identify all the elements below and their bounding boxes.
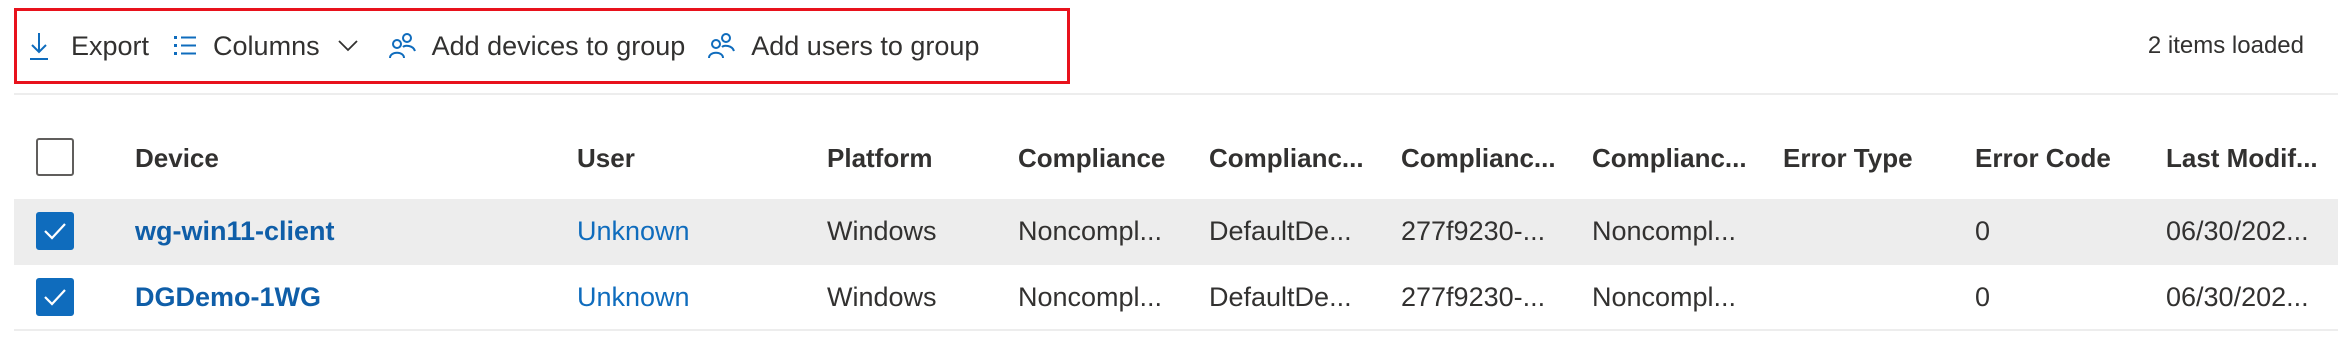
compliance-id-cell: 277f9230-... [1401, 281, 1546, 312]
checkmark-icon [44, 289, 66, 306]
add-devices-label: Add devices to group [431, 30, 686, 61]
divider [14, 93, 2338, 95]
error-code-cell: 0 [1975, 281, 1991, 312]
column-header-device[interactable]: Device [135, 117, 219, 199]
toolbar-highlighted: Export Columns Add devices to group Add [14, 8, 1070, 84]
add-users-label: Add users to group [751, 30, 980, 61]
download-icon [30, 33, 48, 60]
select-all-checkbox[interactable] [36, 138, 74, 176]
device-link[interactable]: wg-win11-client [135, 199, 335, 263]
table-row[interactable]: DGDemo-1WG Unknown Windows Noncompl... D… [14, 265, 2338, 331]
row-checkbox[interactable] [36, 212, 74, 250]
row-checkbox[interactable] [36, 278, 74, 316]
people-add-icon [708, 33, 736, 59]
column-header-platform[interactable]: Platform [827, 117, 932, 199]
items-loaded-status: 2 items loaded [2147, 32, 2304, 59]
last-modified-cell: 06/30/202... [2166, 281, 2309, 312]
devices-table: Device User Platform Compliance Complian… [14, 117, 2338, 331]
column-header-compliance-3[interactable]: Complianc... [1401, 117, 1556, 199]
user-link[interactable]: Unknown [577, 265, 690, 329]
people-add-icon [388, 33, 416, 59]
column-header-last-modified[interactable]: Last Modif... [2166, 117, 2318, 199]
columns-list-icon [174, 36, 197, 55]
user-link[interactable]: Unknown [577, 199, 690, 263]
platform-cell: Windows [827, 281, 937, 312]
platform-cell: Windows [827, 215, 937, 246]
chevron-down-icon [337, 40, 358, 52]
compliance-cell: Noncompl... [1018, 281, 1163, 312]
device-link[interactable]: DGDemo-1WG [135, 265, 321, 329]
columns-button[interactable]: Columns [173, 16, 358, 76]
column-header-error-code[interactable]: Error Code [1975, 117, 2111, 199]
compliance-policy-cell: DefaultDe... [1209, 215, 1352, 246]
last-modified-cell: 06/30/202... [2166, 215, 2309, 246]
checkmark-icon [44, 223, 66, 240]
column-header-compliance-2[interactable]: Complianc... [1209, 117, 1364, 199]
column-header-compliance[interactable]: Compliance [1018, 117, 1165, 199]
compliance-state-cell: Noncompl... [1592, 281, 1737, 312]
column-header-user[interactable]: User [577, 117, 635, 199]
compliance-id-cell: 277f9230-... [1401, 215, 1546, 246]
columns-label: Columns [213, 30, 320, 61]
error-code-cell: 0 [1975, 215, 1991, 246]
compliance-policy-cell: DefaultDe... [1209, 281, 1352, 312]
column-header-compliance-4[interactable]: Complianc... [1592, 117, 1747, 199]
compliance-cell: Noncompl... [1018, 215, 1163, 246]
table-row[interactable]: wg-win11-client Unknown Windows Noncompl… [14, 199, 2338, 265]
export-label: Export [71, 30, 150, 61]
export-button[interactable]: Export [29, 16, 149, 76]
table-header-row: Device User Platform Compliance Complian… [14, 117, 2338, 199]
compliance-state-cell: Noncompl... [1592, 215, 1737, 246]
column-header-error-type[interactable]: Error Type [1783, 117, 1913, 199]
add-users-to-group-button[interactable]: Add users to group [707, 16, 979, 76]
add-devices-to-group-button[interactable]: Add devices to group [388, 16, 686, 76]
